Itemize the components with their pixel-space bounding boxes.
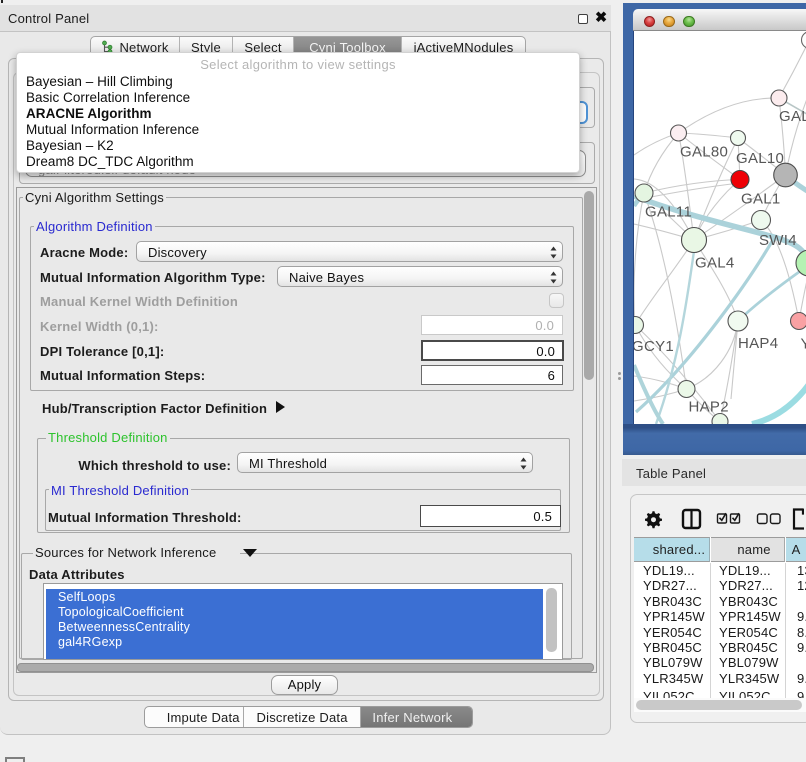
svg-text:GCY1: GCY1 (634, 338, 674, 355)
svg-text:Y: Y (801, 336, 806, 353)
svg-text:GAL: GAL (779, 108, 806, 125)
svg-text:GAL1: GAL1 (741, 191, 781, 208)
svg-text:GAL11: GAL11 (645, 204, 692, 221)
svg-text:GAL80: GAL80 (680, 144, 728, 161)
svg-text:HAP4: HAP4 (738, 335, 778, 352)
svg-text:GAL10: GAL10 (736, 150, 784, 167)
svg-text:GAL4: GAL4 (695, 255, 735, 272)
svg-text:HAP2: HAP2 (689, 399, 729, 416)
svg-text:SWI4: SWI4 (759, 232, 797, 249)
